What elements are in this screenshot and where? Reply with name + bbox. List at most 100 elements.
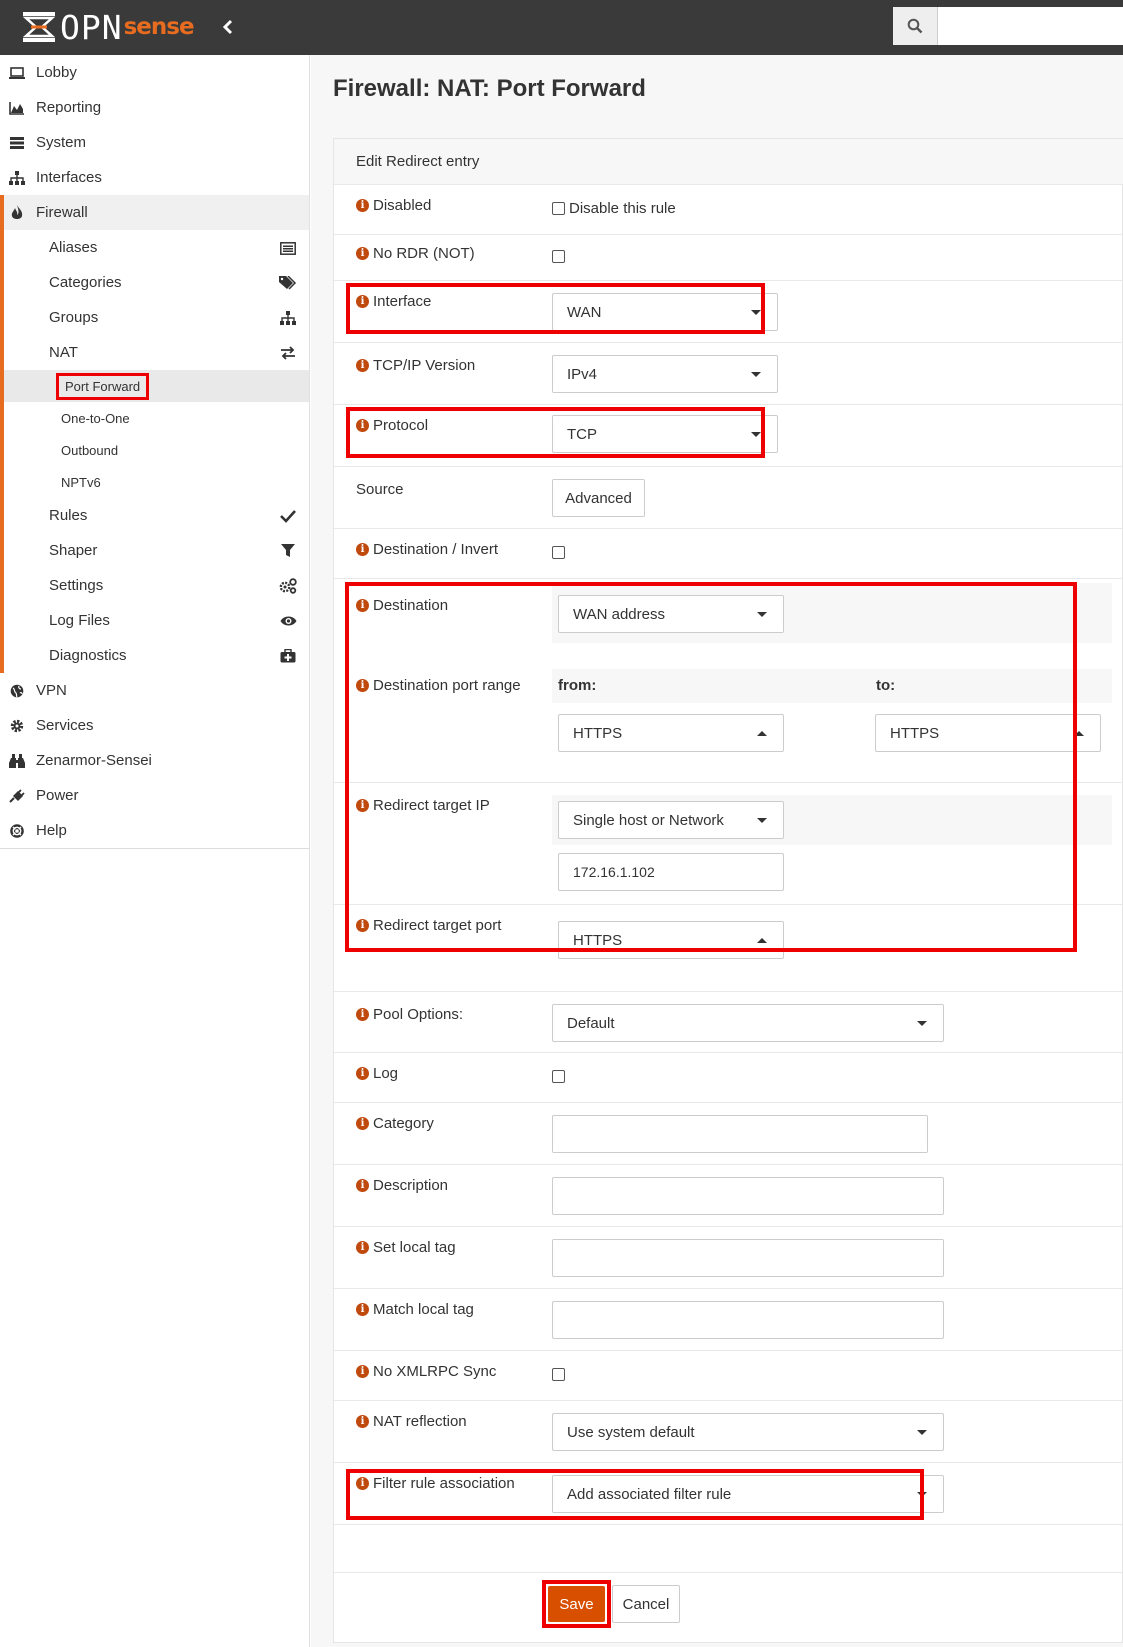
sidebar-item-label: Zenarmor-Sensei bbox=[36, 752, 152, 769]
info-icon[interactable]: i bbox=[356, 543, 369, 556]
cancel-button[interactable]: Cancel bbox=[612, 1585, 680, 1623]
sidebar-item-reporting[interactable]: Reporting bbox=[0, 90, 309, 125]
sidebar-item-help[interactable]: Help bbox=[0, 813, 309, 848]
port-from-select[interactable]: HTTPS bbox=[558, 714, 784, 752]
sidebar-item-log-files[interactable]: Log Files bbox=[4, 603, 309, 638]
redirect-port-select[interactable]: HTTPS bbox=[558, 921, 784, 959]
sidebar-item-services[interactable]: Services bbox=[0, 708, 309, 743]
interface-select[interactable]: WAN bbox=[552, 293, 778, 331]
main-content: Firewall: NAT: Port Forward Edit Redirec… bbox=[311, 55, 1123, 1647]
save-button[interactable]: Save bbox=[548, 1586, 605, 1622]
info-icon[interactable]: i bbox=[356, 247, 369, 260]
set-local-tag-input[interactable] bbox=[552, 1239, 944, 1277]
info-icon[interactable]: i bbox=[356, 1303, 369, 1316]
info-icon[interactable]: i bbox=[356, 1179, 369, 1192]
filter-rule-label-text: Filter rule association bbox=[373, 1475, 515, 1492]
sidebar-item-vpn[interactable]: VPN bbox=[0, 673, 309, 708]
redirect-ip-address-input[interactable]: 172.16.1.102 bbox=[558, 853, 784, 891]
sidebar-item-aliases[interactable]: Aliases bbox=[4, 230, 309, 265]
port-to-select[interactable]: HTTPS bbox=[875, 714, 1101, 752]
sidebar-item-power[interactable]: Power bbox=[0, 778, 309, 813]
pool-options-select[interactable]: Default bbox=[552, 1004, 944, 1042]
disabled-checkbox-label: Disable this rule bbox=[569, 200, 676, 217]
info-icon[interactable]: i bbox=[356, 919, 369, 932]
sidebar-item-settings[interactable]: Settings bbox=[4, 568, 309, 603]
info-icon[interactable]: i bbox=[356, 1415, 369, 1428]
binoculars-icon bbox=[9, 753, 25, 769]
info-icon[interactable]: i bbox=[356, 295, 369, 308]
destination-invert-checkbox[interactable] bbox=[552, 546, 565, 559]
search-input[interactable] bbox=[938, 7, 1123, 45]
opnsense-logo[interactable]: OPN sense bbox=[22, 7, 195, 47]
info-icon[interactable]: i bbox=[356, 799, 369, 812]
info-icon[interactable]: i bbox=[356, 359, 369, 372]
filter-rule-select[interactable]: Add associated filter rule bbox=[552, 1475, 944, 1513]
sidebar-item-one-to-one[interactable]: One-to-One bbox=[4, 402, 309, 434]
sidebar-item-outbound[interactable]: Outbound bbox=[4, 434, 309, 466]
sidebar-item-label: One-to-One bbox=[61, 410, 130, 426]
sidebar-item-zenarmor[interactable]: Zenarmor-Sensei bbox=[0, 743, 309, 778]
sidebar-item-nat[interactable]: NAT bbox=[4, 335, 309, 370]
info-icon[interactable]: i bbox=[356, 419, 369, 432]
info-icon[interactable]: i bbox=[356, 1067, 369, 1080]
log-checkbox[interactable] bbox=[552, 1070, 565, 1083]
tcpip-label: i TCP/IP Version bbox=[356, 357, 475, 374]
sidebar-item-nptv6[interactable]: NPTv6 bbox=[4, 466, 309, 498]
log-label-text: Log bbox=[373, 1065, 399, 1082]
sidebar-item-label: Port Forward bbox=[56, 372, 150, 400]
exchange-icon bbox=[279, 344, 297, 362]
row-log: i Log bbox=[334, 1053, 1123, 1103]
sidebar-item-categories[interactable]: Categories bbox=[4, 265, 309, 300]
tcpip-version-select[interactable]: IPv4 bbox=[552, 355, 778, 393]
source-advanced-button[interactable]: Advanced bbox=[552, 479, 645, 517]
sidebar-item-diagnostics[interactable]: Diagnostics bbox=[4, 638, 309, 673]
info-icon[interactable]: i bbox=[356, 1477, 369, 1490]
fire-icon bbox=[9, 204, 25, 221]
description-label-text: Description bbox=[373, 1177, 449, 1194]
row-spacer bbox=[334, 1525, 1123, 1573]
search-icon bbox=[907, 18, 923, 34]
sidebar-item-shaper[interactable]: Shaper bbox=[4, 533, 309, 568]
protocol-select-value: TCP bbox=[567, 425, 597, 443]
logo-text: OPN bbox=[60, 7, 123, 47]
protocol-select[interactable]: TCP bbox=[552, 415, 778, 453]
sidebar-item-interfaces[interactable]: Interfaces bbox=[0, 160, 309, 195]
sidebar-item-rules[interactable]: Rules bbox=[4, 498, 309, 533]
cog-icon bbox=[9, 718, 25, 734]
sidebar-item-system[interactable]: System bbox=[0, 125, 309, 160]
sidebar-item-label: System bbox=[36, 134, 87, 151]
sidebar-item-firewall[interactable]: Firewall bbox=[4, 195, 309, 230]
sidebar-item-port-forward[interactable]: Port Forward bbox=[4, 370, 309, 402]
caret-up-icon bbox=[757, 731, 767, 736]
info-icon[interactable]: i bbox=[356, 1241, 369, 1254]
disabled-checkbox[interactable] bbox=[552, 202, 565, 215]
redirect-ip-type-select[interactable]: Single host or Network bbox=[558, 801, 784, 839]
info-icon[interactable]: i bbox=[356, 199, 369, 212]
info-icon[interactable]: i bbox=[356, 679, 369, 692]
sidebar-collapse-button[interactable] bbox=[218, 14, 238, 40]
info-icon[interactable]: i bbox=[356, 1117, 369, 1130]
panel-header: Edit Redirect entry bbox=[334, 139, 1123, 185]
redirect-port-label: i Redirect target port bbox=[356, 917, 501, 934]
no-rdr-checkbox[interactable] bbox=[552, 250, 565, 263]
sidebar-item-label: Interfaces bbox=[36, 169, 102, 186]
match-local-tag-input[interactable] bbox=[552, 1301, 944, 1339]
info-icon[interactable]: i bbox=[356, 599, 369, 612]
nat-reflection-select[interactable]: Use system default bbox=[552, 1413, 944, 1451]
description-input[interactable] bbox=[552, 1177, 944, 1215]
sidebar-item-groups[interactable]: Groups bbox=[4, 300, 309, 335]
destination-select[interactable]: WAN address bbox=[558, 595, 784, 633]
info-icon[interactable]: i bbox=[356, 1365, 369, 1378]
sidebar-item-label: Power bbox=[36, 787, 79, 804]
sidebar-item-lobby[interactable]: Lobby bbox=[0, 55, 309, 90]
search-button[interactable] bbox=[893, 7, 938, 45]
no-xmlrpc-checkbox[interactable] bbox=[552, 1368, 565, 1381]
match-local-tag-label: i Match local tag bbox=[356, 1301, 474, 1318]
row-disabled: i Disabled Disable this rule bbox=[334, 185, 1123, 235]
row-protocol: i Protocol TCP bbox=[334, 405, 1123, 467]
life-ring-icon bbox=[9, 823, 25, 839]
row-source: Source Advanced bbox=[334, 467, 1123, 529]
category-input[interactable] bbox=[552, 1115, 928, 1153]
info-icon[interactable]: i bbox=[356, 1008, 369, 1021]
firewall-menu-group: Firewall Aliases Categories Groups NAT P… bbox=[0, 195, 309, 673]
